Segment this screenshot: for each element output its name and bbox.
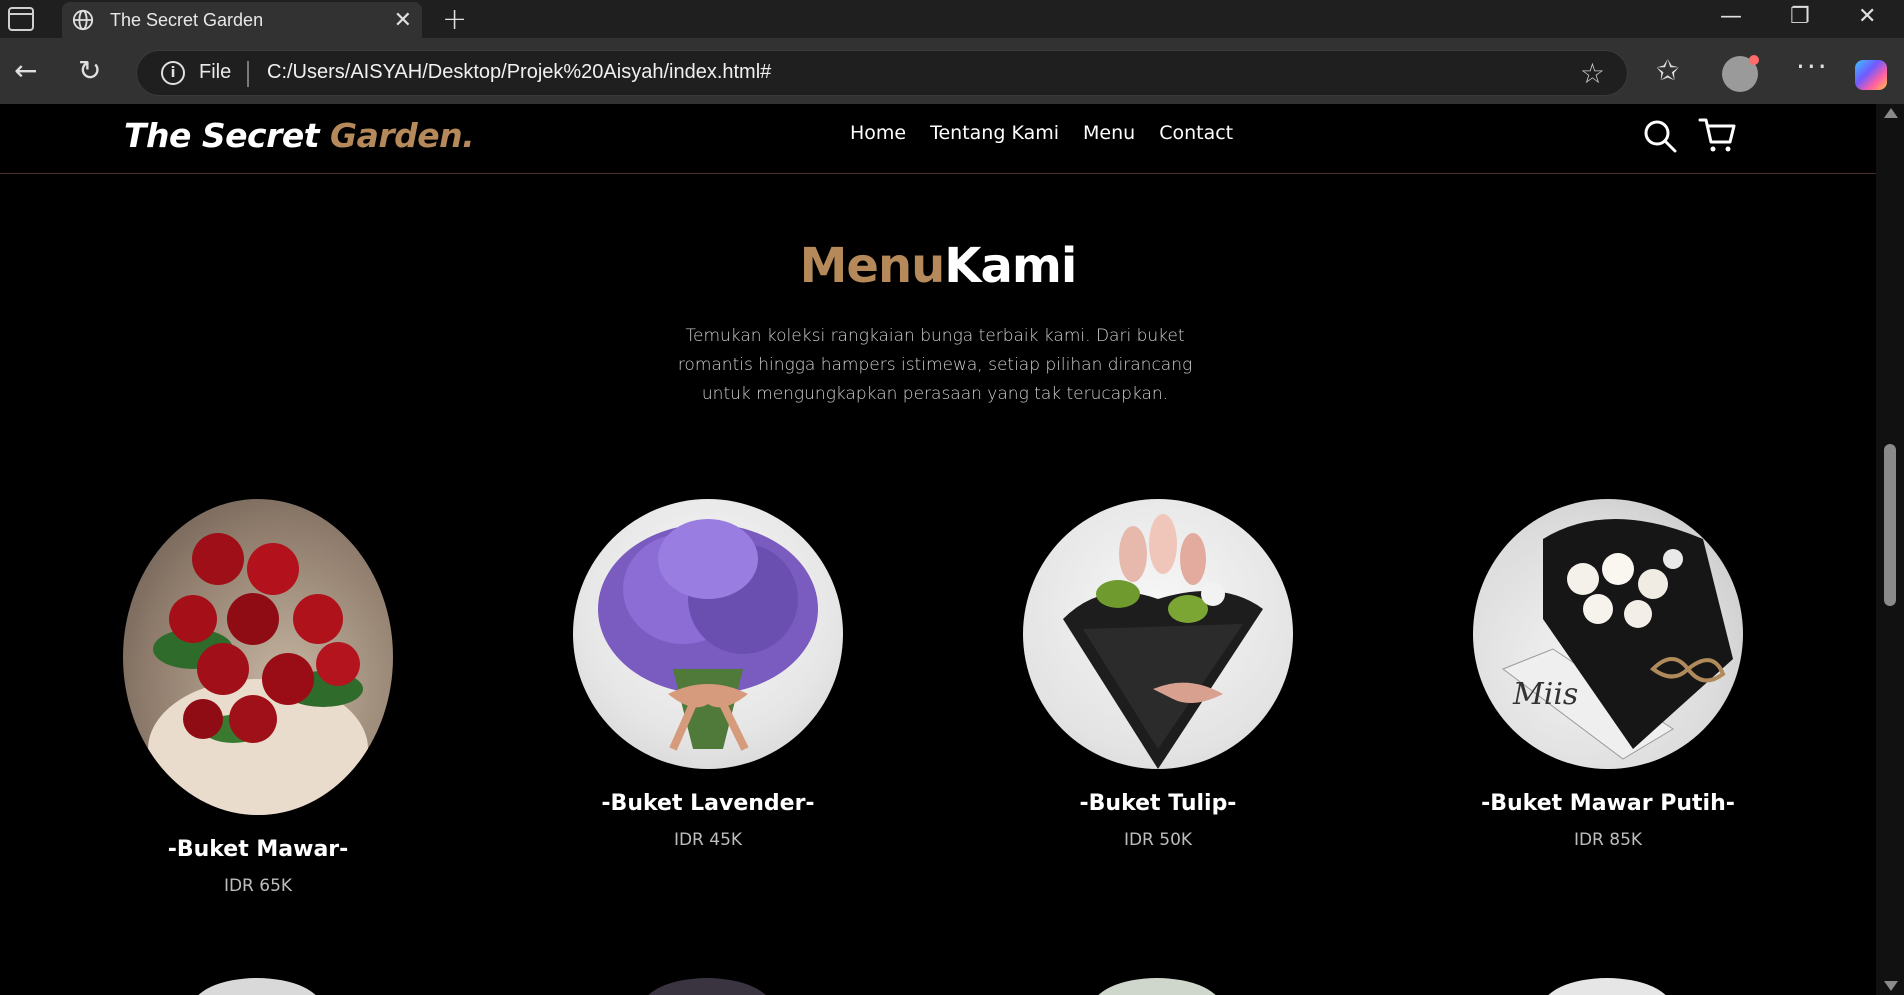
menu-item-price: IDR 65K	[223, 876, 293, 896]
menu-item-price: IDR 50K	[1123, 830, 1193, 850]
browser-tab-bar: The Secret Garden ✕ + — ❐ ✕	[0, 0, 1904, 38]
search-icon[interactable]	[1642, 118, 1678, 154]
lavender-bouquet-illustration	[598, 519, 818, 751]
close-window-icon[interactable]: ✕	[1858, 4, 1876, 29]
close-tab-icon[interactable]: ✕	[394, 8, 412, 33]
cart-icon[interactable]	[1698, 116, 1736, 154]
title-rest: Kami	[944, 238, 1077, 294]
menu-card[interactable]: -Buket Lavender- IDR 45K	[558, 499, 858, 850]
scroll-down-arrow[interactable]	[1884, 981, 1898, 991]
minimize-icon[interactable]: —	[1720, 4, 1742, 29]
menu-card[interactable]: -Buket Tulip- IDR 50K	[1008, 499, 1308, 850]
menu-item-name: -Buket Mawar Putih-	[1481, 791, 1735, 816]
new-tab-button[interactable]: +	[442, 2, 467, 37]
buket-tulip-image	[1023, 499, 1293, 769]
copilot-icon[interactable]	[1855, 60, 1887, 90]
nav-menu[interactable]: Menu	[1083, 122, 1135, 144]
nav-home[interactable]: Home	[850, 122, 906, 144]
nav-contact[interactable]: Contact	[1159, 122, 1233, 144]
menu-item-price: IDR 85K	[1573, 830, 1643, 850]
menu-section-title: MenuKami	[0, 238, 1876, 294]
reload-icon[interactable]: ↻	[78, 56, 101, 86]
site-logo[interactable]: The Secret Garden.	[124, 116, 475, 155]
buket-lavender-image	[573, 499, 843, 769]
nav-tentang-kami[interactable]: Tentang Kami	[930, 122, 1059, 144]
svg-text:Miis: Miis	[1512, 677, 1578, 712]
address-bar[interactable]: i File C:/Users/AISYAH/Desktop/Projek%20…	[136, 50, 1628, 96]
site-navbar: The Secret Garden. Home Tentang Kami Men…	[0, 104, 1876, 174]
page-scrollbar[interactable]	[1876, 104, 1904, 995]
more-options-icon[interactable]: ···	[1796, 52, 1829, 82]
logo-main-text: The Secret	[124, 116, 331, 155]
menu-item-name: -Buket Lavender-	[601, 791, 815, 816]
favorites-icon[interactable]: ✩	[1656, 56, 1679, 86]
tab-actions-icon[interactable]	[8, 7, 34, 31]
title-accent: Menu	[799, 238, 946, 294]
tulip-bouquet-illustration	[1063, 514, 1263, 769]
menu-card[interactable]: -Buket Mawar- IDR 65K	[108, 499, 408, 896]
info-icon[interactable]: i	[161, 61, 185, 85]
separator	[247, 61, 249, 87]
globe-icon	[72, 9, 94, 31]
next-row-image	[192, 978, 322, 995]
scroll-up-arrow[interactable]	[1884, 108, 1898, 118]
menu-card[interactable]: Miis -Buket Mawar Putih- IDR 85K	[1458, 499, 1758, 850]
file-label: File	[199, 61, 232, 83]
scroll-thumb[interactable]	[1884, 444, 1896, 606]
back-icon[interactable]: ←	[14, 56, 37, 86]
buket-mawar-image	[123, 499, 393, 815]
menu-item-name: -Buket Mawar-	[167, 837, 349, 862]
next-row-image	[1092, 978, 1222, 995]
menu-item-price: IDR 45K	[673, 830, 743, 850]
buket-mawar-putih-image: Miis	[1473, 499, 1743, 769]
url-text[interactable]: C:/Users/AISYAH/Desktop/Projek%20Aisyah/…	[267, 61, 771, 84]
menu-description: Temukan koleksi rangkaian bunga terbaik …	[677, 326, 1193, 404]
browser-toolbar: ← ↻ i File C:/Users/AISYAH/Desktop/Proje…	[0, 38, 1904, 104]
rose-bouquet-illustration	[148, 533, 368, 815]
web-page: The Secret Garden. Home Tentang Kami Men…	[0, 104, 1876, 995]
notification-dot	[1749, 55, 1759, 65]
menu-item-name: -Buket Tulip-	[1079, 791, 1237, 816]
white-rose-bouquet-illustration: Miis	[1501, 519, 1733, 760]
tab-title: The Secret Garden	[110, 10, 264, 30]
restore-icon[interactable]: ❐	[1790, 4, 1810, 29]
next-row-image	[642, 978, 772, 995]
favorite-star-icon[interactable]: ☆	[1580, 57, 1605, 90]
main-nav: Home Tentang Kami Menu Contact	[850, 122, 1233, 144]
browser-tab[interactable]: The Secret Garden ✕	[62, 2, 422, 38]
logo-accent-text: Garden.	[330, 116, 475, 155]
next-row-image	[1542, 978, 1672, 995]
